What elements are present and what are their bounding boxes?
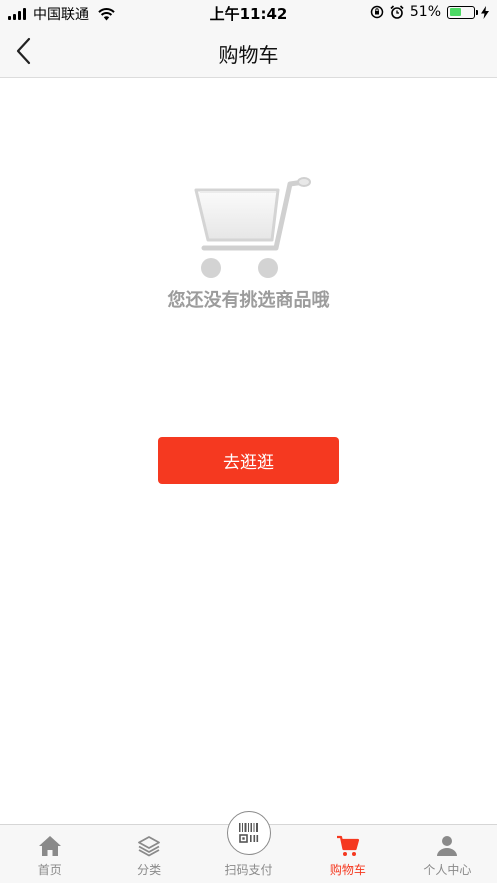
tab-scan-pay[interactable]: 扫码支付 — [199, 811, 298, 883]
tab-profile[interactable]: 个人中心 — [398, 825, 497, 883]
empty-cart-message: 您还没有挑选商品哦 — [167, 290, 330, 311]
battery-fill — [449, 8, 462, 16]
tab-scan-pay-label: 扫码支付 — [224, 863, 273, 877]
status-bar: 中国联通 上午11:42 51% — [0, 0, 497, 26]
battery-percent: 51% — [409, 4, 441, 20]
go-shopping-button[interactable]: 去逛逛 — [158, 437, 339, 484]
user-icon — [437, 836, 458, 856]
barcode-scan-icon — [238, 823, 258, 843]
scan-pay-circle — [226, 811, 271, 855]
tab-profile-label: 个人中心 — [423, 863, 472, 877]
status-right: 51% — [370, 4, 489, 20]
home-icon — [38, 836, 61, 856]
layers-icon — [138, 836, 161, 857]
cart-icon — [336, 835, 360, 856]
tab-category-label: 分类 — [137, 863, 162, 877]
tab-bar: 首页 分类 扫码支付 购物车 个人中心 — [0, 811, 497, 883]
alarm-icon — [390, 5, 404, 19]
charging-bolt-icon — [481, 5, 489, 19]
battery-icon — [447, 5, 478, 19]
tab-cart[interactable]: 购物车 — [298, 825, 397, 883]
tab-home-label: 首页 — [37, 863, 62, 877]
tab-cart-label: 购物车 — [329, 863, 366, 877]
page-title: 购物车 — [218, 43, 279, 67]
tab-category[interactable]: 分类 — [99, 825, 198, 883]
nav-bar: 购物车 — [0, 26, 497, 78]
tab-home[interactable]: 首页 — [0, 825, 99, 883]
shopping-cart-icon — [194, 177, 311, 278]
orientation-lock-icon — [370, 5, 384, 19]
